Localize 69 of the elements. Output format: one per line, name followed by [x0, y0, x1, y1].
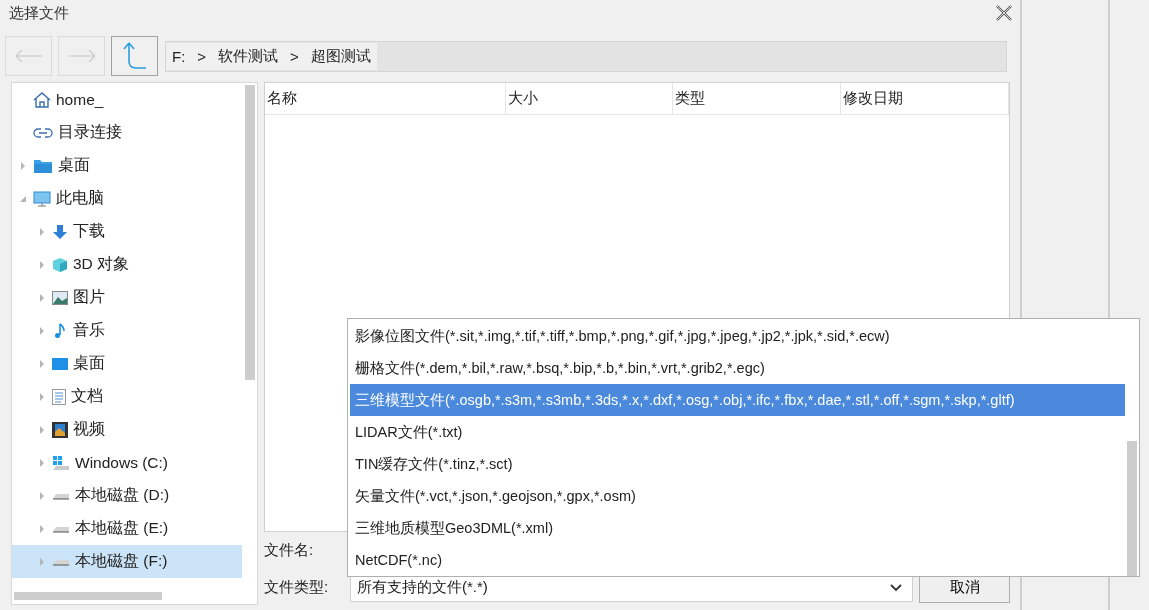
drive-icon: [52, 491, 70, 500]
breadcrumb-item[interactable]: F:: [166, 42, 192, 70]
tree-item[interactable]: 下载: [12, 215, 242, 248]
cube-icon: [52, 256, 68, 273]
up-button[interactable]: [111, 36, 158, 76]
tree-item[interactable]: 桌面: [12, 149, 242, 182]
tree-item[interactable]: 本地磁盘 (D:): [12, 479, 242, 512]
expand-icon[interactable]: [18, 160, 28, 171]
file-type-option[interactable]: TIN缓存文件(*.tinz,*.sct): [350, 448, 1125, 480]
document-icon: [52, 388, 66, 405]
folder-icon: [33, 157, 53, 174]
expand-icon[interactable]: [37, 490, 47, 501]
up-arrow-icon: [122, 41, 147, 71]
file-type-option[interactable]: LIDAR文件(*.txt): [350, 416, 1125, 448]
expand-icon[interactable]: [37, 325, 47, 336]
tree-item[interactable]: Windows (C:): [12, 446, 242, 479]
address-bar[interactable]: F: > 软件测试 > 超图测试: [165, 40, 1007, 72]
close-icon[interactable]: [995, 4, 1013, 22]
download-icon: [52, 223, 68, 240]
file-type-option[interactable]: 三维模型文件(*.osgb,*.s3m,*.s3mb,*.3ds,*.x,*.dxf,*.osg,*.obj,*.ifc,*.fbx,*.dae,*.stl,*.off,*.sgm,*.skp,*.gltf): [350, 384, 1125, 416]
desktop-icon: [52, 356, 68, 371]
tree-item[interactable]: 桌面: [12, 347, 242, 380]
tree-item[interactable]: 此电脑: [12, 182, 242, 215]
file-type-option[interactable]: 栅格文件(*.dem,*.bil,*.raw,*.bsq,*.bip,*.b,*.bin,*.vrt,*.grib2,*.egc): [350, 352, 1125, 384]
expand-icon[interactable]: [37, 358, 47, 369]
expand-icon[interactable]: [37, 556, 47, 567]
tree-item[interactable]: 图片: [12, 281, 242, 314]
column-header[interactable]: 类型: [673, 83, 841, 114]
column-header[interactable]: 修改日期: [841, 83, 1009, 114]
expand-icon[interactable]: [37, 523, 47, 534]
file-name-label: 文件名:: [264, 541, 315, 560]
expand-icon[interactable]: [37, 457, 47, 468]
tree-item[interactable]: 目录连接: [12, 116, 242, 149]
breadcrumb-separator: >: [191, 42, 213, 70]
file-type-option[interactable]: 矢量文件(*.vct,*.json,*.geojson,*.gpx,*.osm): [350, 480, 1125, 512]
tree-item[interactable]: 视频: [12, 413, 242, 446]
breadcrumb-item[interactable]: 软件测试: [212, 42, 285, 70]
windows-drive-icon: [52, 454, 70, 471]
tree-item[interactable]: home_: [12, 83, 242, 116]
file-type-label: 文件类型:: [264, 578, 330, 597]
file-type-option[interactable]: 影像位图文件(*.sit,*.img,*.tif,*.tiff,*.bmp,*.png,*.gif,*.jpg,*.jpeg,*.jp2,*.jpk,*.sid,*.ecw): [350, 320, 1125, 352]
tree-item[interactable]: 本地磁盘 (F:): [12, 545, 242, 578]
breadcrumb-separator: >: [284, 42, 305, 70]
file-type-option[interactable]: 三维地质模型Geo3DML(*.xml): [350, 512, 1125, 544]
tree-item[interactable]: 本地磁盘 (E:): [12, 512, 242, 545]
breadcrumb-item[interactable]: 超图测试: [304, 42, 377, 70]
forward-button[interactable]: [58, 36, 105, 76]
music-note-icon: [52, 322, 68, 339]
expand-icon[interactable]: [37, 259, 47, 270]
film-icon: [52, 421, 68, 438]
tree-item[interactable]: 3D 对象: [12, 248, 242, 281]
tree-item[interactable]: 文档: [12, 380, 242, 413]
image-icon: [52, 290, 68, 305]
expand-icon[interactable]: [37, 292, 47, 303]
column-header[interactable]: 大小: [506, 83, 673, 114]
tree-item[interactable]: 音乐: [12, 314, 242, 347]
window-title: 选择文件: [9, 3, 69, 23]
expand-icon[interactable]: [37, 424, 47, 435]
drive-icon: [52, 524, 70, 533]
right-arrow-icon: [67, 49, 96, 63]
expand-icon[interactable]: [37, 391, 47, 402]
chevron-down-icon: [890, 583, 902, 592]
monitor-icon: [33, 190, 51, 207]
left-arrow-icon: [14, 49, 43, 63]
house-icon: [33, 90, 51, 109]
back-button[interactable]: [5, 36, 52, 76]
expand-icon[interactable]: [37, 226, 47, 237]
column-header[interactable]: 名称: [265, 83, 506, 114]
drive-icon: [52, 557, 70, 566]
